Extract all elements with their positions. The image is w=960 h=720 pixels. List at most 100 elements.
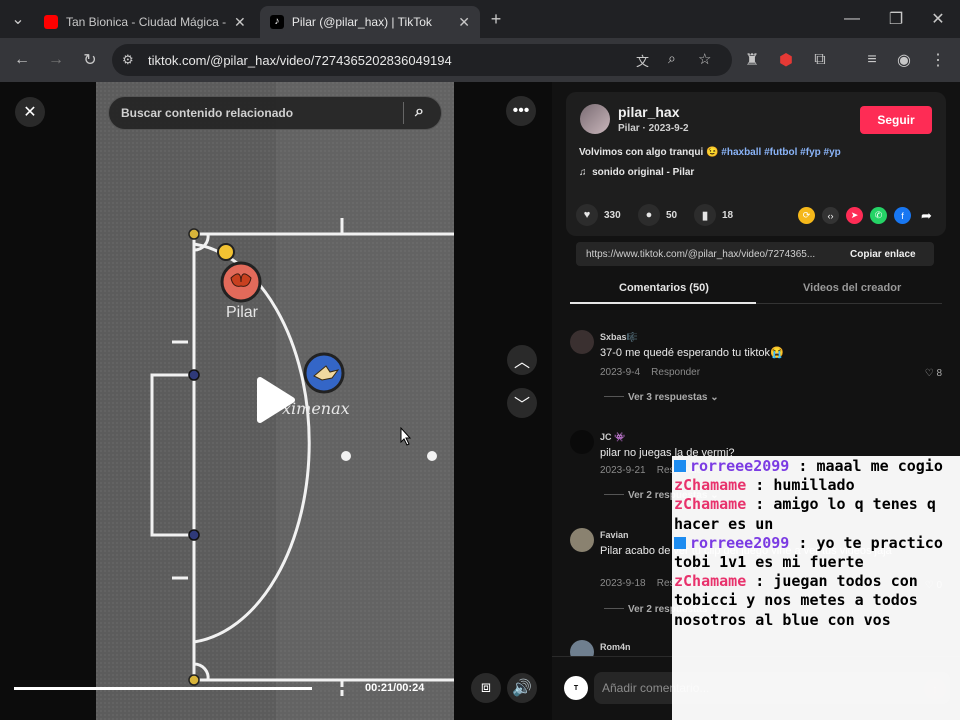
sound-row[interactable]: ♫ sonido original - Pilar [579,167,694,178]
video-caption: Volvimos con algo tranqui 😉 #haxball #fu… [579,147,841,158]
tab-search-chevron-icon[interactable]: ⌄ [6,7,30,31]
extension-shield-icon[interactable]: ⬢ [774,48,798,72]
share-arrow-icon[interactable]: ➦ [918,207,935,224]
sound-name: sonido original - Pilar [592,167,695,178]
user-avatar[interactable]: T [564,676,588,700]
comment-user[interactable]: Favian [600,530,629,540]
tab-youtube[interactable]: Tan Bionica - Ciudad Mágica - V ✕ [34,6,260,38]
tab-tiktok[interactable]: ♪ Pilar (@pilar_hax) | TikTok ✕ [260,6,480,38]
progress-bar[interactable] [14,687,354,690]
chat-text: maaal me cogio [816,457,943,475]
bookmark-icon: ▮ [694,204,716,226]
chat-message: rorreee2099 : maaal me cogio [674,457,960,476]
chat-badge-icon [674,536,686,549]
extensions-puzzle-icon[interactable]: ⧉ [808,48,832,72]
chat-username: rorreee2099 [690,457,790,475]
volume-button[interactable]: 🔊 [507,673,537,703]
chevron-up-icon: ︿ [513,354,530,371]
video-time: 00:21/00:24 [365,682,425,694]
next-video-button[interactable]: ﹀ [507,388,537,418]
send-icon[interactable]: ➤ [846,207,863,224]
tiktok-icon: ♪ [270,15,284,29]
chat-username: zChamame [674,495,747,514]
previous-video-button[interactable]: ︿ [507,345,537,375]
browser-tab-bar: ⌄ Tan Bionica - Ciudad Mágica - V ✕ ♪ Pi… [0,0,960,38]
comment-like[interactable]: ♡ 8 [925,368,942,379]
minimize-icon[interactable]: — [840,7,864,31]
chevron-down-icon: ﹀ [513,397,530,414]
copy-link-button[interactable]: Copiar enlace [838,249,916,260]
facebook-icon[interactable]: f [894,207,911,224]
close-video-button[interactable]: ✕ [15,97,45,127]
share-link-row: https://www.tiktok.com/@pilar_hax/video/… [576,242,934,266]
chat-message: zChamame : juegan todos con tobicci y no… [674,572,918,629]
miniplayer-button[interactable]: ⧈ [471,673,501,703]
tab-comments[interactable]: Comentarios (50) [619,282,709,294]
bookmark-star-icon[interactable]: ☆ [698,50,711,68]
url-text: tiktok.com/@pilar_hax/video/727436520283… [148,52,452,68]
search-placeholder: Buscar contenido relacionado [121,106,294,120]
media-queue-icon[interactable]: ≡ [860,48,884,72]
tab-creator-videos[interactable]: Videos del creador [803,282,901,294]
menu-kebab-icon[interactable]: ⋮ [926,48,950,72]
comment-user[interactable]: Sxbas🎼 [600,332,638,343]
zoom-icon[interactable]: ⌕ [668,50,676,67]
chat-username: rorreee2099 [690,533,790,552]
chat-message: rorreee2099 : yo te practico tobi 1v1 es… [674,533,943,572]
comment-date: 2023-9-21 [600,465,646,476]
chat-username: zChamame [674,572,747,591]
save-stat[interactable]: ▮ 18 [694,204,733,226]
reload-icon[interactable]: ↻ [78,48,102,72]
restore-icon[interactable]: ❐ [884,7,908,31]
more-options-button[interactable]: ••• [506,96,536,126]
back-icon[interactable]: ← [10,48,34,72]
follow-button[interactable]: Seguir [860,106,932,134]
address-bar[interactable]: ⚙ tiktok.com/@pilar_hax/video/7274365202… [112,44,732,76]
avatar[interactable] [570,528,594,552]
author-username[interactable]: pilar_hax [618,104,679,120]
heart-outline-icon: ♡ [924,368,934,379]
comment-user[interactable]: JC 👾 [600,432,625,443]
more-dots-icon: ••• [512,102,530,119]
video-player[interactable]: ximenax Pilar [96,82,454,720]
embed-icon[interactable]: ‹› [822,207,839,224]
comment-item: Sxbas🎼 37-0 me quedé esperando tu tiktok… [570,330,950,418]
forward-icon[interactable]: → [44,48,68,72]
stream-chat-overlay: rorreee2099 : maaal me cogio zChamame : … [672,456,960,720]
close-window-icon[interactable]: ✕ [926,7,950,31]
volume-icon: 🔊 [512,680,532,697]
haxball-field-image: ximenax [96,82,454,720]
comment-stat[interactable]: ● 50 [638,204,677,226]
share-link-text: https://www.tiktok.com/@pilar_hax/video/… [586,248,816,260]
comment-date: 2023-9-4 [600,367,641,378]
caption-hashtags[interactable]: #haxball #futbol #fyp #yp [721,147,840,158]
chat-badge-icon [674,460,686,472]
chat-message: zChamame : humillado [674,476,855,495]
comment-meta: 2023-9-4 Responder [600,367,700,378]
avatar[interactable] [580,104,610,134]
tab-title: Pilar (@pilar_hax) | TikTok [291,15,432,29]
whatsapp-icon[interactable]: ✆ [870,207,887,224]
avatar[interactable] [570,330,594,354]
comment-date: 2023-9-18 [600,578,646,589]
related-search-input[interactable]: Buscar contenido relacionado ⌕ [108,96,442,130]
reply-button[interactable]: Responder [651,367,700,378]
new-tab-icon[interactable]: + [484,7,508,31]
chat-text: humillado [773,476,855,495]
view-replies[interactable]: Ver 3 respuestas ⌄ [604,392,719,403]
profile-avatar-icon[interactable]: ◉ [892,48,916,72]
repost-icon[interactable]: ⟳ [798,207,815,224]
progress-fill [14,687,312,690]
like-stat[interactable]: ♥ 330 [576,204,621,226]
site-info-icon[interactable]: ⚙ [122,52,134,68]
comment-tabs: Comentarios (50) Videos del creador [570,276,942,304]
search-icon[interactable]: ⌕ [415,103,424,121]
comment-user[interactable]: Rom4n [600,642,631,652]
author-subtitle: Pilar · 2023-9-2 [618,123,689,134]
extension-ink-icon[interactable]: ♜ [740,48,764,72]
close-tab-icon[interactable]: ✕ [234,14,246,31]
comment-icon: ● [638,204,660,226]
translate-icon[interactable]: 文 [636,51,649,70]
close-tab-icon[interactable]: ✕ [458,14,470,31]
avatar[interactable] [570,430,594,454]
